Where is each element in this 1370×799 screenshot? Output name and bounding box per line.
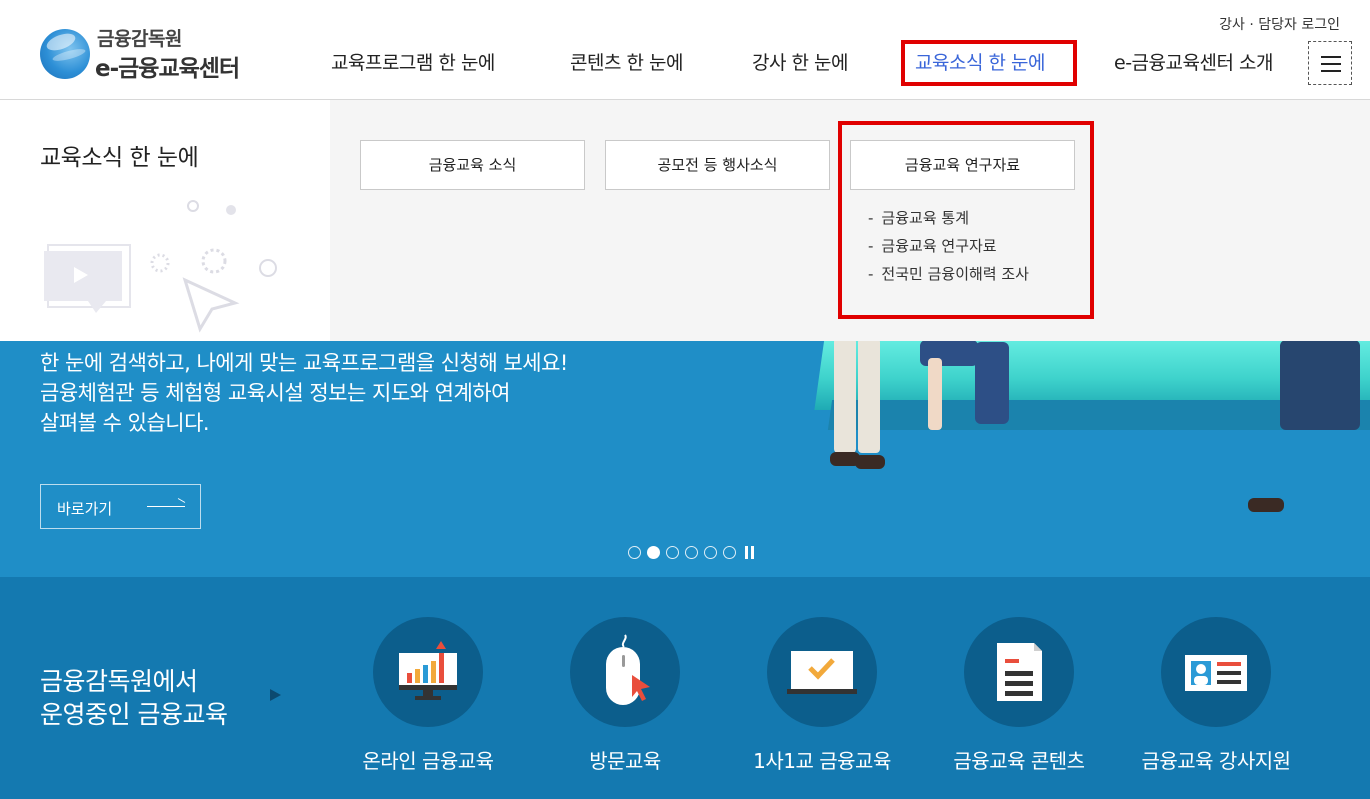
hero-person-shoe [855, 455, 885, 469]
hero-person-legs [834, 338, 856, 453]
service-contents[interactable]: 금융교육 콘텐츠 [919, 617, 1119, 777]
slide-dot-4[interactable] [685, 546, 698, 559]
nav-program[interactable]: 교육프로그램 한 눈에 [331, 48, 495, 75]
service-label: 방문교육 [589, 749, 661, 773]
hero-person-legs [858, 338, 880, 453]
services-title-line: 운영중인 금융교육 [40, 700, 228, 729]
arrow-right-icon [147, 506, 185, 507]
hero-line: 한 눈에 검색하고, 나에게 맞는 교육프로그램을 신청해 보세요! [40, 351, 568, 375]
triangle-right-icon [270, 689, 281, 701]
menu-hamburger-button[interactable] [1308, 41, 1352, 85]
instructor-link[interactable]: 강사 [1219, 17, 1245, 33]
slide-dot-5[interactable] [704, 546, 717, 559]
service-instructor[interactable]: 금융교육 강사지원 [1116, 617, 1316, 777]
service-school[interactable]: 1사1교 금융교육 [722, 617, 922, 777]
hero-go-button[interactable]: 바로가기 [40, 484, 201, 529]
research-highlight [838, 121, 1094, 319]
slide-dot-6[interactable] [723, 546, 736, 559]
service-label: 금융교육 강사지원 [1141, 749, 1291, 773]
mega-menu-title: 교육소식 한 눈에 [40, 145, 199, 171]
mega-menu-dropdown: 교육소식 한 눈에 금융교육 소식 공모전 등 행사소식 금융교육 연구자료 금… [0, 100, 1370, 341]
util-separator: · [1249, 17, 1254, 33]
hero-person-jeans [1280, 340, 1360, 430]
hero-line: 살펴볼 수 있습니다. [40, 411, 210, 435]
slide-dot-3[interactable] [666, 546, 679, 559]
hero-go-label: 바로가기 [57, 500, 113, 518]
nav-about[interactable]: e-금융교육센터 소개 [1114, 48, 1273, 75]
service-label: 금융교육 콘텐츠 [953, 749, 1085, 773]
logo-org-name: 금융감독원 [97, 28, 182, 50]
service-label: 1사1교 금융교육 [753, 749, 891, 773]
service-circle [964, 617, 1074, 727]
nav-contents[interactable]: 콘텐츠 한 눈에 [570, 48, 683, 75]
slide-dot-1[interactable] [628, 546, 641, 559]
global-nav: 교육프로그램 한 눈에 콘텐츠 한 눈에 강사 한 눈에 교육소식 한 눈에 e… [0, 48, 1370, 78]
site-header: 금융감독원 e-금융교육센터 강사 · 담당자 로그인 교육프로그램 한 눈에 … [0, 0, 1370, 100]
hero-line: 금융체험관 등 체험형 교육시설 정보는 지도와 연계하여 [40, 381, 510, 405]
utility-links: 강사 · 담당자 로그인 [1219, 14, 1340, 34]
service-circle [373, 617, 483, 727]
services-title: 금융감독원에서 운영중인 금융교육 [40, 665, 228, 731]
hero-person-shoe [1248, 498, 1284, 512]
service-circle [570, 617, 680, 727]
monitor-chart-icon [399, 641, 457, 700]
service-visit[interactable]: 방문교육 [525, 617, 725, 777]
hero-person-legs [928, 358, 942, 430]
service-circle [767, 617, 877, 727]
slide-pause-icon[interactable] [744, 546, 756, 559]
events-button[interactable]: 공모전 등 행사소식 [605, 140, 830, 190]
mouse-icon [606, 634, 650, 705]
board-check-icon [787, 651, 857, 694]
document-icon [997, 643, 1042, 701]
services-title-line: 금융감독원에서 [40, 667, 198, 696]
services-section: 금융감독원에서 운영중인 금융교육 온라인 금융교육 방문교육 1사1교 금융교… [0, 577, 1370, 799]
id-card-icon [1185, 655, 1247, 691]
service-online[interactable]: 온라인 금융교육 [328, 617, 528, 777]
slide-dot-2[interactable] [647, 546, 660, 559]
news-button[interactable]: 금융교육 소식 [360, 140, 585, 190]
mega-menu-left: 교육소식 한 눈에 [0, 100, 330, 341]
nav-news-highlight [901, 40, 1077, 86]
hero-person-jeans [975, 342, 1009, 424]
news-illustration-icon [44, 200, 277, 333]
nav-instructor[interactable]: 강사 한 눈에 [752, 48, 848, 75]
manager-login-link[interactable]: 담당자 로그인 [1258, 17, 1340, 33]
hero-description: 한 눈에 검색하고, 나에게 맞는 교육프로그램을 신청해 보세요! 금융체험관… [40, 348, 568, 438]
service-circle [1161, 617, 1271, 727]
service-label: 온라인 금융교육 [362, 749, 494, 773]
